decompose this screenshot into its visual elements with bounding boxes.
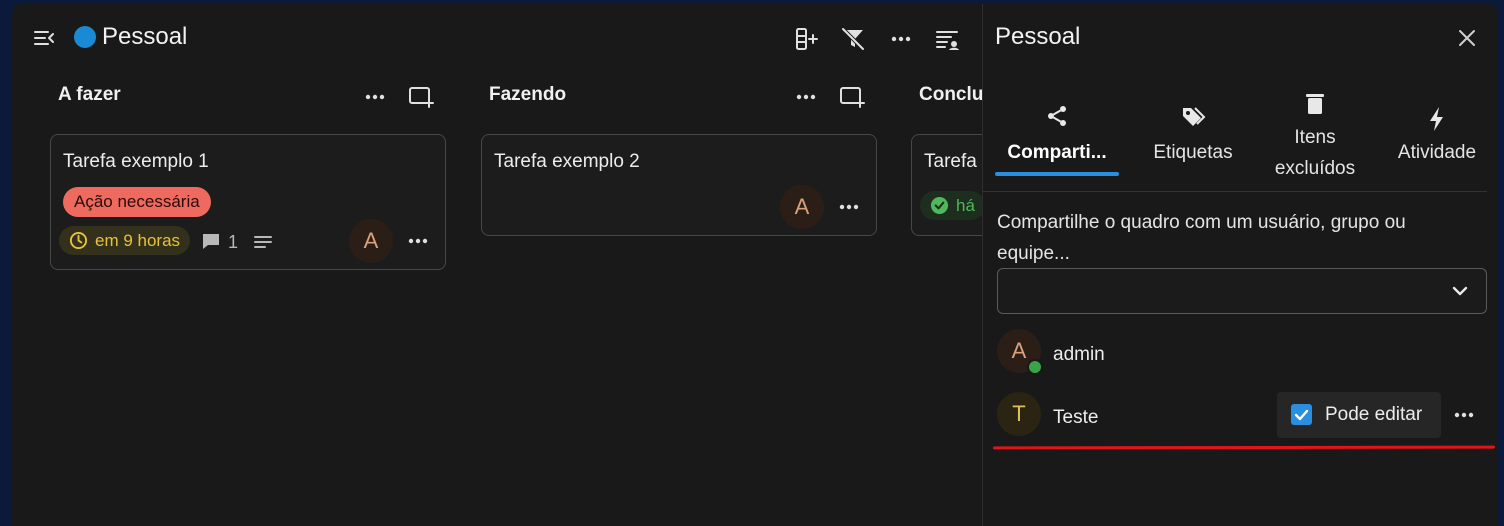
label-tag[interactable]: Ação necessária [63,187,211,217]
filter-off-icon[interactable] [840,26,866,52]
panel-title: Pessoal [995,23,1081,50]
tab-atividade[interactable]: Atividade [1375,92,1498,192]
card-more-icon[interactable] [405,228,431,254]
column-more-icon[interactable] [362,84,388,110]
avatar[interactable]: A [349,219,393,263]
tab-label: Itens excluídos [1274,127,1356,179]
comment-count: 1 [228,232,239,252]
column-title-a-fazer: A fazer [58,84,121,105]
tab-itens-excluidos[interactable]: Itens excluídos [1253,92,1377,192]
check-circle-icon [930,196,949,215]
trash-icon [1306,94,1324,114]
column-title-concluido: Conclu [919,84,984,105]
share-icon [1048,106,1066,126]
view-options-icon[interactable] [934,26,960,52]
board-title: Pessoal [102,23,188,50]
user-row-teste: T Teste Pode editar [997,392,1487,448]
tab-label: Comparti... [1007,142,1107,163]
column-title-fazendo: Fazendo [489,84,567,105]
close-icon[interactable] [1455,26,1479,50]
tab-label: Etiquetas [1153,142,1233,163]
panel-tabs: Comparti... Etiquetas Itens excluídos At… [983,92,1487,192]
check-icon [1294,409,1309,421]
highlight-underline [992,445,1496,450]
add-card-icon[interactable] [839,84,865,110]
checkbox-checked[interactable] [1291,404,1312,425]
add-card-icon[interactable] [408,84,434,110]
permission-label: Pode editar [1325,404,1423,425]
card-more-icon[interactable] [836,194,862,220]
board-color-dot [74,26,96,48]
app-window: Pessoal A fazer Tarefa exemplo 1 Ação ne… [12,4,1498,526]
card-tarefa-exemplo-2[interactable]: Tarefa exemplo 2 A [481,134,877,236]
chevron-down-icon [1452,286,1468,296]
avatar: T [997,392,1041,436]
card-title: Tarefa exemplo 2 [494,151,640,172]
done-badge: há [920,191,985,220]
card-title: Tarefa exemplo 1 [63,151,209,172]
share-user-select[interactable] [997,268,1487,314]
card-tarefa-exemplo-1[interactable]: Tarefa exemplo 1 Ação necessária em 9 ho… [50,134,446,270]
tab-etiquetas[interactable]: Etiquetas [1131,92,1255,192]
online-status-dot [1027,359,1043,375]
share-prompt: Compartilhe o quadro com um usuário, gru… [997,212,1406,264]
comment-icon [203,234,219,249]
card-title: Tarefa [924,151,977,172]
tag-icon [1183,107,1206,126]
description-icon [254,236,272,248]
user-row-admin: A admin [997,329,1487,385]
can-edit-toggle[interactable]: Pode editar [1277,392,1441,438]
collapse-menu-icon[interactable] [32,26,56,50]
avatar[interactable]: A [780,185,824,229]
user-name: Teste [1053,407,1099,428]
tab-compartilhar[interactable]: Comparti... [995,92,1119,192]
add-column-icon[interactable] [794,26,820,52]
more-icon[interactable] [888,26,914,52]
lightning-icon [1430,107,1443,131]
due-date-text: em 9 horas [95,231,181,250]
active-tab-indicator [995,172,1119,176]
user-name: admin [1053,344,1105,365]
column-more-icon[interactable] [793,84,819,110]
clock-icon [69,231,88,250]
due-date-badge[interactable]: em 9 horas [59,226,191,255]
board-settings-panel: Pessoal Comparti... Etiquetas Itens excl… [982,4,1498,526]
done-text: há [956,196,975,215]
board-header: Pessoal [12,4,982,64]
user-more-icon[interactable] [1451,402,1477,428]
tab-label: Atividade [1397,142,1477,163]
